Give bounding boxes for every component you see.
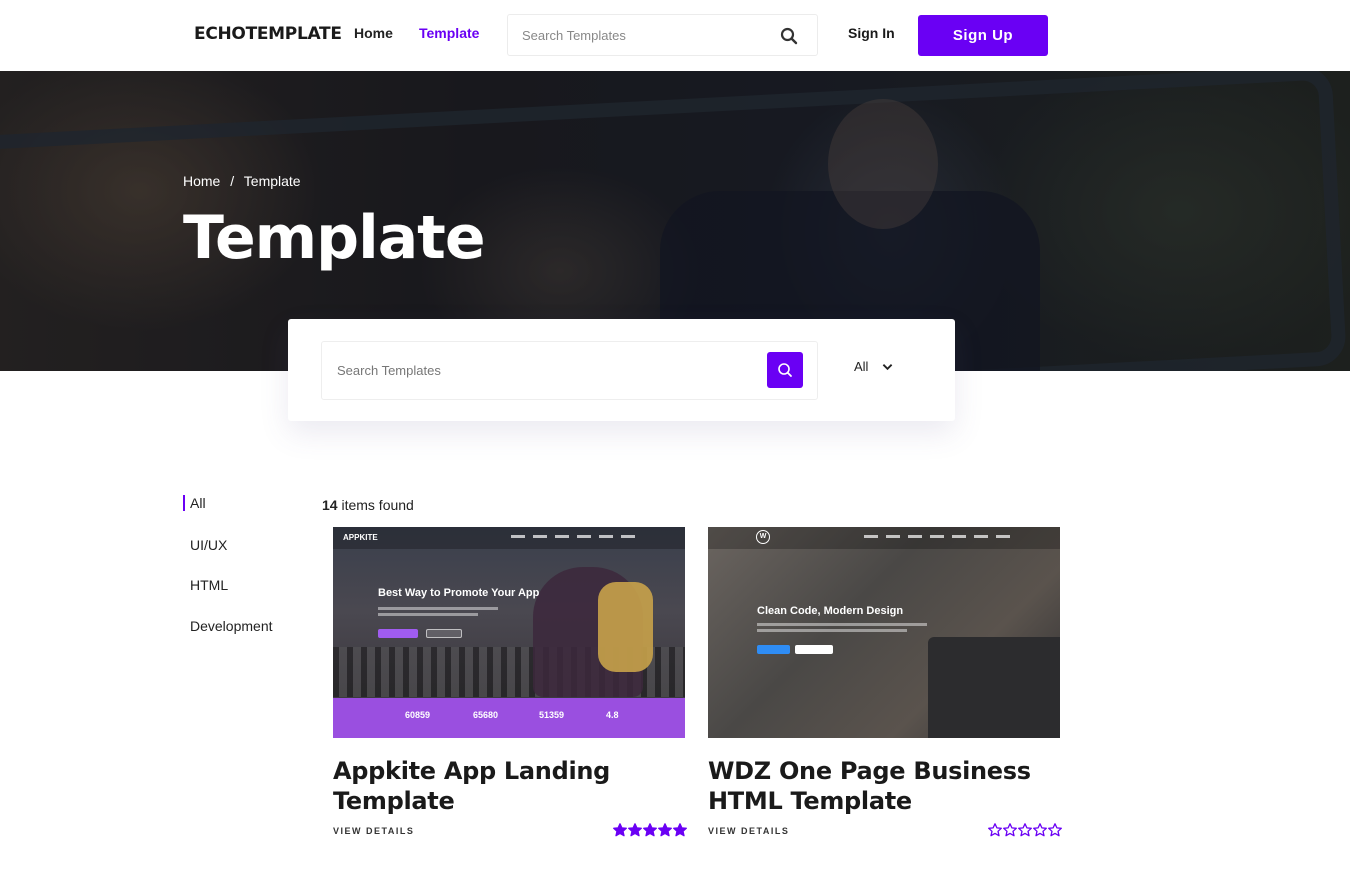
thumbnail-button xyxy=(426,629,462,638)
header-search xyxy=(507,14,818,56)
top-navbar: ECHOTEMPLATE Home Template Sign In Sign … xyxy=(0,0,1350,71)
star-icon xyxy=(628,823,642,837)
thumbnail-stat: 4.8 xyxy=(606,710,619,720)
thumbnail-logo: W xyxy=(756,530,770,544)
category-filter-value: All xyxy=(854,359,869,374)
thumbnail-stat: 51359 xyxy=(539,710,565,720)
sign-in-link[interactable]: Sign In xyxy=(848,25,895,41)
view-details-link[interactable]: VIEW DETAILS xyxy=(708,826,789,836)
rating-stars xyxy=(988,823,1062,837)
card-footer: VIEW DETAILS xyxy=(333,823,687,840)
star-icon xyxy=(613,823,627,837)
thumbnail-laptop xyxy=(928,637,1060,738)
breadcrumb-separator: / xyxy=(230,173,235,189)
template-thumbnail[interactable]: W Clean Code, Modern Design xyxy=(708,527,1060,738)
template-card: APPKITE Best Way to Promote Your App 608… xyxy=(333,527,687,840)
star-icon xyxy=(658,823,672,837)
thumbnail-brand: APPKITE xyxy=(343,533,378,542)
thumbnail-text-line xyxy=(378,613,478,616)
thumbnail-text-line xyxy=(757,623,927,626)
star-icon xyxy=(643,823,657,837)
category-uiux[interactable]: UI/UX xyxy=(183,537,227,553)
thumbnail-stat: 60859 xyxy=(405,710,431,720)
thumbnail-text-line xyxy=(378,607,498,610)
logo[interactable]: ECHOTEMPLATE xyxy=(194,24,342,44)
search-panel: All xyxy=(288,319,955,421)
star-icon xyxy=(673,823,687,837)
category-all[interactable]: All xyxy=(183,495,206,511)
category-development[interactable]: Development xyxy=(183,618,273,634)
thumbnail-headline: Clean Code, Modern Design xyxy=(757,605,904,617)
thumbnail-stat: 65680 xyxy=(473,710,499,720)
breadcrumb-current: Template xyxy=(243,173,301,189)
view-details-link[interactable]: VIEW DETAILS xyxy=(333,826,414,836)
thumbnail-nav: APPKITE xyxy=(333,527,685,549)
rating-stars xyxy=(613,823,687,837)
template-title[interactable]: WDZ One Page Business HTML Template xyxy=(708,756,1060,816)
thumbnail-nav: W xyxy=(708,527,1060,549)
sign-up-button[interactable]: Sign Up xyxy=(918,15,1048,56)
nav-home-link[interactable]: Home xyxy=(354,25,393,41)
thumbnail-stats-bar: 60859 65680 51359 4.8 xyxy=(333,698,685,738)
template-search-button[interactable] xyxy=(767,352,803,388)
template-card: W Clean Code, Modern Design WDZ One Page… xyxy=(708,527,1062,840)
breadcrumb-home[interactable]: Home xyxy=(183,173,220,189)
star-icon xyxy=(1003,823,1017,837)
nav-template-link[interactable]: Template xyxy=(419,25,479,41)
template-search xyxy=(321,341,818,400)
search-icon[interactable] xyxy=(780,27,798,45)
thumbnail-button xyxy=(757,645,790,654)
thumbnail-menu xyxy=(511,535,635,538)
thumbnail-backpack xyxy=(598,582,653,672)
results-count: 14 items found xyxy=(322,497,414,513)
thumbnail-button xyxy=(795,645,833,654)
chevron-down-icon xyxy=(883,363,893,370)
star-icon xyxy=(1033,823,1047,837)
header-search-input[interactable] xyxy=(522,15,772,55)
breadcrumb: Home / Template xyxy=(183,173,301,189)
results-count-number: 14 xyxy=(322,497,338,513)
star-icon xyxy=(988,823,1002,837)
search-icon xyxy=(778,363,792,377)
star-icon xyxy=(1048,823,1062,837)
thumbnail-menu xyxy=(864,535,1010,538)
star-icon xyxy=(1018,823,1032,837)
card-footer: VIEW DETAILS xyxy=(708,823,1062,840)
template-thumbnail[interactable]: APPKITE Best Way to Promote Your App 608… xyxy=(333,527,685,738)
thumbnail-button xyxy=(378,629,418,638)
template-title[interactable]: Appkite App Landing Template xyxy=(333,756,685,816)
thumbnail-text-line xyxy=(757,629,907,632)
thumbnail-headline: Best Way to Promote Your App xyxy=(378,587,540,599)
results-count-label: items found xyxy=(337,497,414,513)
category-filter-select[interactable]: All xyxy=(854,359,893,374)
category-html[interactable]: HTML xyxy=(183,577,228,593)
template-search-input[interactable] xyxy=(337,342,757,399)
page-title: Template xyxy=(183,203,486,273)
